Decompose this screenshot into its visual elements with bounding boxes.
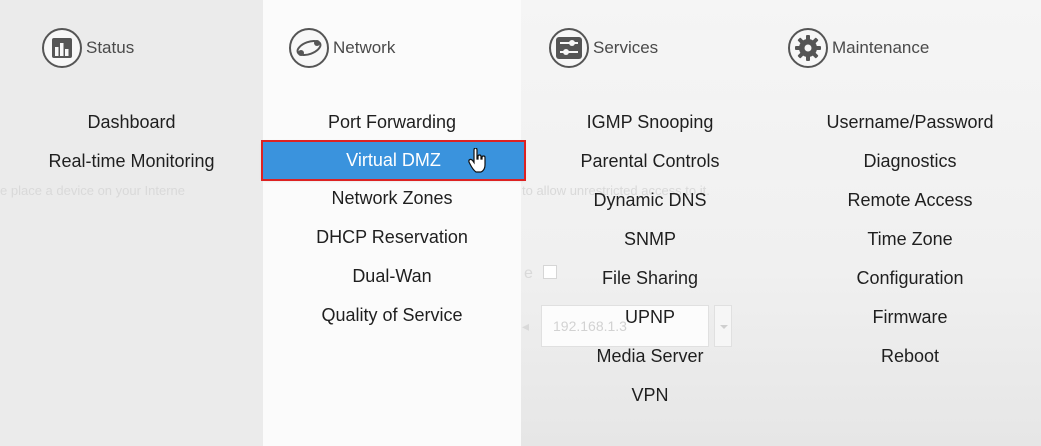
menu-item-quality-of-service[interactable]: Quality of Service [263, 296, 521, 335]
menu-item-parental-controls[interactable]: Parental Controls [521, 142, 779, 181]
background-intro-text: e place a device on your Interne [0, 183, 186, 198]
menu-network-header[interactable]: Network [289, 26, 395, 70]
menu-services-header[interactable]: Services [549, 26, 658, 70]
menu-item-port-forwarding[interactable]: Port Forwarding [263, 103, 521, 142]
menu-item-dynamic-dns[interactable]: Dynamic DNS [521, 181, 779, 220]
menu-status-label: Status [86, 38, 135, 57]
menu-item-username-password[interactable]: Username/Password [779, 103, 1041, 142]
menu-item-virtual-dmz-label: Virtual DMZ [346, 150, 441, 170]
menu-item-media-server[interactable]: Media Server [521, 337, 779, 376]
menu-item-diagnostics[interactable]: Diagnostics [779, 142, 1041, 181]
menu-item-configuration[interactable]: Configuration [779, 259, 1041, 298]
bar-chart-icon [42, 28, 82, 68]
hand-pointer-icon [468, 148, 486, 173]
menu-services-label: Services [593, 38, 659, 57]
menu-maintenance-header[interactable]: Maintenance [788, 26, 929, 70]
menu-item-dual-wan[interactable]: Dual-Wan [263, 257, 521, 296]
menu-network-label: Network [333, 38, 396, 57]
menu-item-reboot[interactable]: Reboot [779, 337, 1041, 376]
globe-orbit-icon [289, 28, 329, 68]
gear-icon [788, 28, 828, 68]
menu-item-remote-access[interactable]: Remote Access [779, 181, 1041, 220]
menu-item-network-zones[interactable]: Network Zones [263, 179, 521, 218]
sliders-icon [549, 28, 589, 68]
menu-item-snmp[interactable]: SNMP [521, 220, 779, 259]
menu-item-file-sharing[interactable]: File Sharing [521, 259, 779, 298]
menu-status-header[interactable]: Status [42, 26, 134, 70]
menu-maintenance-items: Username/Password Diagnostics Remote Acc… [779, 103, 1041, 376]
menu-item-upnp[interactable]: UPNP [521, 298, 779, 337]
menu-item-real-time-monitoring[interactable]: Real-time Monitoring [0, 142, 263, 181]
menu-item-vpn[interactable]: VPN [521, 376, 779, 415]
menu-item-dhcp-reservation[interactable]: DHCP Reservation [263, 218, 521, 257]
menu-status-items: Dashboard Real-time Monitoring [0, 103, 263, 181]
menu-network-items: Port Forwarding Virtual DMZ Network Zone… [261, 103, 526, 335]
menu-services-items: IGMP Snooping Parental Controls Dynamic … [521, 103, 779, 415]
menu-item-firmware[interactable]: Firmware [779, 298, 1041, 337]
menu-item-virtual-dmz[interactable]: Virtual DMZ [261, 140, 526, 181]
menu-item-dashboard[interactable]: Dashboard [0, 103, 263, 142]
menu-item-igmp-snooping[interactable]: IGMP Snooping [521, 103, 779, 142]
menu-item-time-zone[interactable]: Time Zone [779, 220, 1041, 259]
menu-maintenance-label: Maintenance [832, 38, 930, 57]
